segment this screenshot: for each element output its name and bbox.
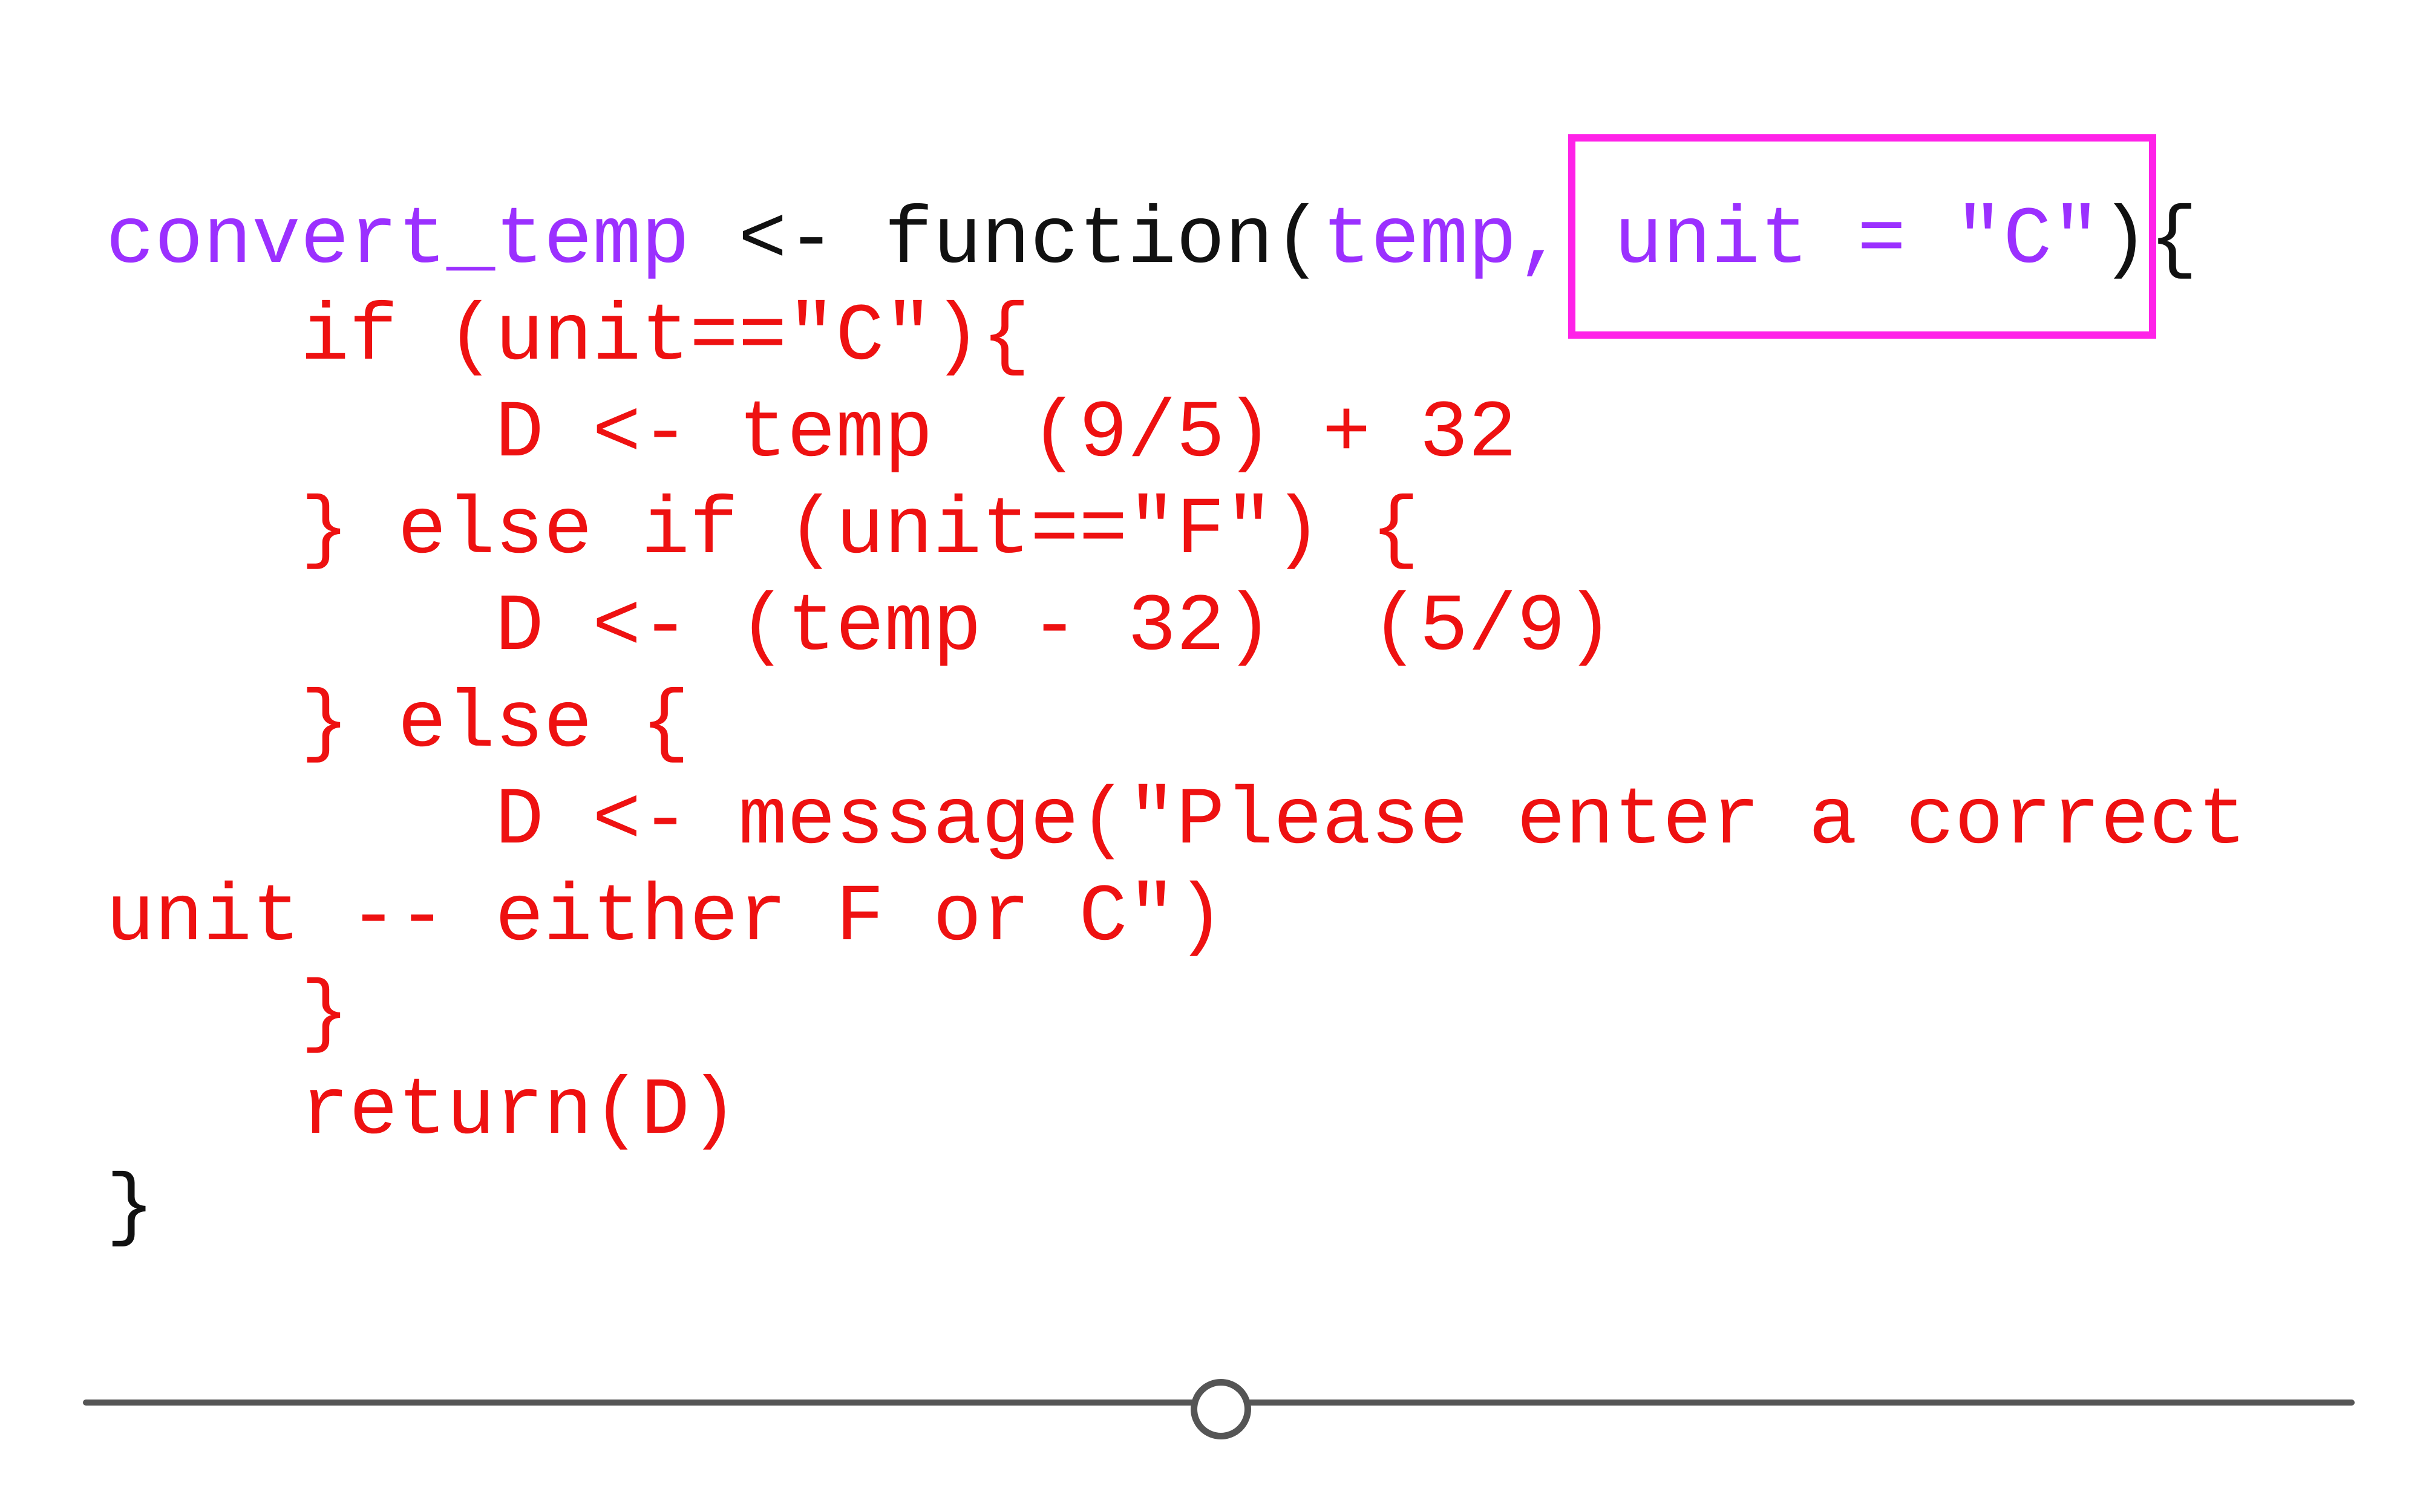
code-line: return(D) (106, 1063, 2344, 1160)
code-token: } (106, 1162, 155, 1254)
code-token: convert_temp (106, 195, 690, 287)
code-token: D <- temp (9/5) + 32 (106, 388, 1517, 480)
code-block: convert_temp <- function(temp, unit = "C… (106, 192, 2344, 1257)
code-token: } else { (106, 679, 690, 771)
code-line: D <- temp (9/5) + 32 (106, 386, 2344, 483)
code-token: D <- (temp - 32) (5/9) (106, 582, 1614, 674)
code-line: } (106, 1160, 2344, 1257)
code-token: if (unit=="C"){ (106, 292, 1030, 383)
code-token: return(D) (106, 1066, 739, 1158)
highlight-box (1568, 134, 2156, 339)
slider-handle[interactable] (1190, 1379, 1251, 1439)
code-token: unit -- either F or C") (106, 872, 1225, 964)
code-token: <- function( (689, 195, 1323, 287)
timeline-slider[interactable] (83, 1379, 2355, 1439)
code-line: } (106, 966, 2344, 1063)
code-line: } else { (106, 676, 2344, 773)
code-line: unit -- either F or C") (106, 870, 2344, 966)
code-token: } (106, 969, 350, 1061)
code-token: D <- message("Please enter a correct (106, 775, 2247, 867)
code-line: D <- message("Please enter a correct (106, 773, 2344, 870)
code-token: } else if (unit=="F") { (106, 485, 1420, 577)
code-line: } else if (unit=="F") { (106, 483, 2344, 579)
code-line: D <- (temp - 32) (5/9) (106, 579, 2344, 676)
